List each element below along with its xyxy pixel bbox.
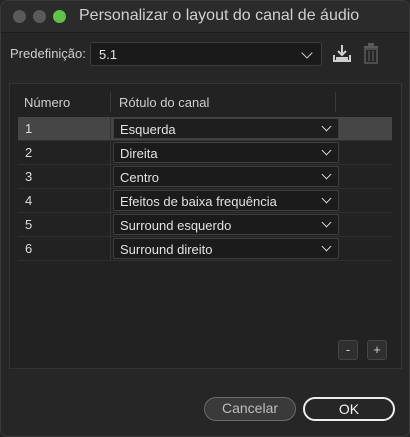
preset-dropdown[interactable]: 5.1	[90, 42, 322, 66]
chevron-down-icon	[321, 241, 332, 252]
channel-label-value: Centro	[120, 170, 160, 185]
column-divider	[110, 165, 111, 188]
channel-label-dropdown[interactable]: Esquerda	[113, 118, 339, 139]
channel-label-value: Direita	[120, 146, 158, 161]
channel-label-value: Surround direito	[120, 242, 213, 257]
window-title: Personalizar o layout do canal de áudio	[79, 7, 360, 24]
channel-label-dropdown[interactable]: Centro	[113, 166, 339, 187]
channel-label-value: Surround esquerdo	[120, 218, 232, 233]
column-divider	[110, 92, 111, 112]
table-row[interactable]: 4 Efeitos de baixa frequência	[18, 189, 392, 212]
minimize-window-button[interactable]	[33, 10, 46, 23]
channel-label-dropdown[interactable]: Direita	[113, 142, 339, 163]
table-row[interactable]: 6 Surround direito	[18, 237, 392, 260]
chevron-down-icon	[321, 169, 332, 180]
column-divider	[110, 189, 111, 212]
channel-table: Número Rótulo do canal 1 Esquerda 2 Dire…	[9, 83, 402, 369]
ok-button[interactable]: OK	[303, 397, 395, 421]
chevron-down-icon	[321, 217, 332, 228]
channel-label-dropdown[interactable]: Surround direito	[113, 238, 339, 259]
table-row[interactable]: 5 Surround esquerdo	[18, 213, 392, 236]
channel-number: 1	[25, 121, 33, 136]
cancel-button[interactable]: Cancelar	[204, 397, 296, 421]
add-channel-button[interactable]: +	[367, 340, 387, 360]
channel-number: 5	[25, 217, 33, 232]
column-header-number: Número	[24, 95, 71, 110]
chevron-down-icon	[321, 145, 332, 156]
preset-label: Predefinição:	[10, 46, 86, 61]
zoom-window-button[interactable]	[53, 10, 66, 23]
channel-label-dropdown[interactable]: Efeitos de baixa frequência	[113, 190, 339, 211]
channel-label-value: Efeitos de baixa frequência	[120, 194, 277, 209]
channel-number: 4	[25, 193, 33, 208]
title-bar: Personalizar o layout do canal de áudio	[1, 1, 409, 33]
channel-number: 2	[25, 145, 33, 160]
preset-value: 5.1	[99, 47, 118, 62]
column-divider	[335, 92, 336, 112]
channel-number: 3	[25, 169, 33, 184]
row-divider	[18, 260, 392, 261]
column-header-label: Rótulo do canal	[119, 95, 210, 110]
chevron-down-icon	[301, 47, 313, 59]
trash-icon[interactable]	[361, 42, 381, 64]
save-preset-icon[interactable]	[332, 43, 352, 65]
column-divider	[110, 141, 111, 164]
dialog-window: Personalizar o layout do canal de áudio …	[0, 0, 410, 437]
close-window-button[interactable]	[13, 10, 26, 23]
table-row[interactable]: 1 Esquerda	[18, 117, 392, 140]
channel-number: 6	[25, 241, 33, 256]
chevron-down-icon	[321, 193, 332, 204]
table-row[interactable]: 3 Centro	[18, 165, 392, 188]
column-divider	[110, 237, 111, 260]
chevron-down-icon	[321, 121, 332, 132]
remove-channel-button[interactable]: -	[338, 340, 358, 360]
channel-label-value: Esquerda	[120, 122, 176, 137]
table-row[interactable]: 2 Direita	[18, 141, 392, 164]
column-divider	[110, 213, 111, 236]
channel-label-dropdown[interactable]: Surround esquerdo	[113, 214, 339, 235]
column-divider	[110, 117, 111, 140]
